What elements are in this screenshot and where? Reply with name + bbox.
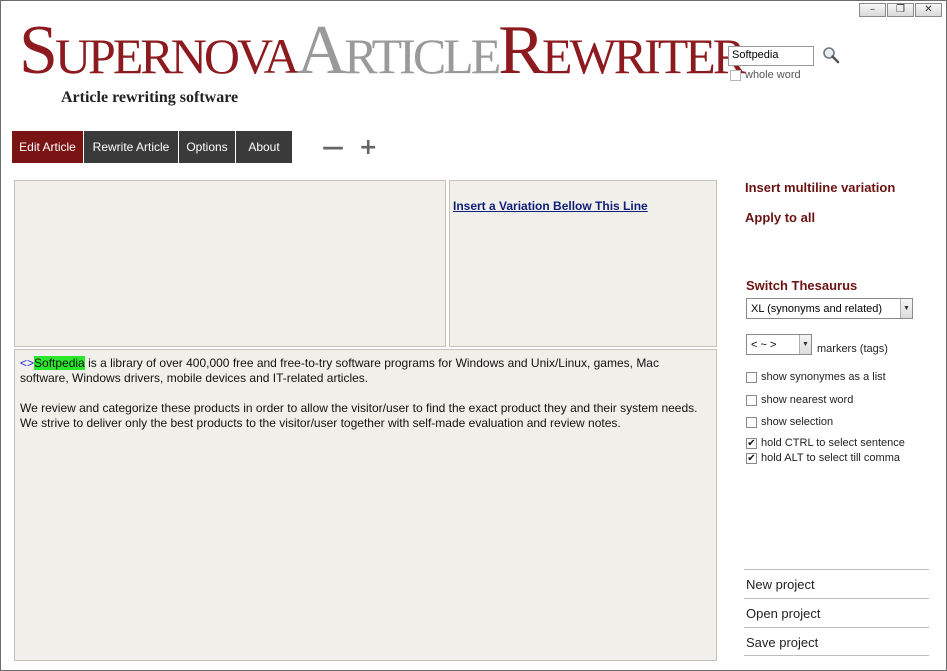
option-checkbox[interactable] <box>746 394 757 406</box>
minimize-button[interactable]: – <box>859 3 886 17</box>
markers-select-value: < ~ > <box>751 338 777 351</box>
option-hold-alt[interactable]: ✔ hold ALT to select till comma <box>746 452 900 464</box>
switch-thesaurus-heading: Switch Thesaurus <box>746 278 858 293</box>
app-logo: SUPERNOVAARTICLEREWRITER Article rewriti… <box>19 16 746 107</box>
logo-letter-r: R <box>498 12 545 89</box>
tab-about[interactable]: About <box>236 131 292 163</box>
whole-word-label: whole word <box>745 69 801 81</box>
option-hold-ctrl[interactable]: ✔ hold CTRL to select sentence <box>746 437 905 449</box>
zoom-out-button[interactable]: — <box>322 137 344 159</box>
article-paragraph-1: <>Softpedia is a library of over 400,000… <box>20 356 710 386</box>
variation-marker: <> <box>20 356 35 370</box>
option-show-nearest-word[interactable]: show nearest word <box>746 394 853 406</box>
thesaurus-select-value: XL (synonyms and related) <box>751 302 883 315</box>
zoom-in-button[interactable]: + <box>359 137 377 159</box>
option-checkbox[interactable] <box>746 371 757 383</box>
tab-edit-article[interactable]: Edit Article <box>12 131 84 163</box>
chevron-down-icon[interactable]: ▼ <box>799 335 811 354</box>
logo-word-rticle: RTICLE <box>344 28 501 84</box>
close-button[interactable]: ✕ <box>915 3 942 17</box>
option-label: show synonymes as a list <box>761 371 886 383</box>
main-nav: Edit Article Rewrite Article Options Abo… <box>12 131 292 163</box>
new-project-button[interactable]: New project <box>744 569 929 598</box>
markers-select[interactable]: < ~ > ▼ <box>746 334 812 355</box>
option-label: hold ALT to select till comma <box>761 452 900 464</box>
tab-rewrite-article[interactable]: Rewrite Article <box>84 131 179 163</box>
search-highlight: Softpedia <box>34 356 85 370</box>
tab-options[interactable]: Options <box>179 131 236 163</box>
app-window: – ❐ ✕ SUPERNOVAARTICLEREWRITER Article r… <box>0 0 947 671</box>
article-paragraph-2: We review and categorize these products … <box>20 401 698 430</box>
option-checkbox[interactable]: ✔ <box>746 452 757 464</box>
insert-multiline-variation-link[interactable]: Insert multiline variation <box>745 180 895 195</box>
markers-label: markers (tags) <box>817 343 888 355</box>
article-text[interactable]: <>Softpedia is a library of over 400,000… <box>20 356 710 446</box>
option-checkbox[interactable] <box>746 416 757 428</box>
save-project-button[interactable]: Save project <box>744 627 929 656</box>
logo-word-upernova: UPERNOVA <box>54 28 300 84</box>
insert-variation-link[interactable]: Insert a Variation Bellow This Line <box>453 199 648 213</box>
search-icon[interactable] <box>822 46 840 64</box>
logo-title: SUPERNOVAARTICLEREWRITER <box>19 16 746 89</box>
restore-button[interactable]: ❐ <box>887 3 914 17</box>
logo-letter-s: S <box>19 12 58 89</box>
whole-word-checkbox[interactable] <box>730 69 741 81</box>
logo-letter-a: A <box>296 12 348 89</box>
option-checkbox[interactable]: ✔ <box>746 437 757 449</box>
option-label: show selection <box>761 416 834 428</box>
window-controls: – ❐ ✕ <box>859 3 942 17</box>
paragraph-1-text: is a library of over 400,000 free and fr… <box>20 356 659 385</box>
original-text-pane[interactable] <box>14 180 446 347</box>
thesaurus-select[interactable]: XL (synonyms and related) ▼ <box>746 298 913 319</box>
option-show-selection[interactable]: show selection <box>746 416 833 428</box>
whole-word-option[interactable]: whole word <box>730 69 801 81</box>
logo-subtitle: Article rewriting software <box>61 89 239 106</box>
search-input[interactable]: Softpedia <box>728 46 814 66</box>
open-project-button[interactable]: Open project <box>744 598 929 627</box>
option-label: show nearest word <box>761 394 854 406</box>
logo-word-ewriter: EWRITER <box>541 28 746 84</box>
option-label: hold CTRL to select sentence <box>761 437 905 449</box>
chevron-down-icon[interactable]: ▼ <box>900 299 912 318</box>
option-show-synonymes-list[interactable]: show synonymes as a list <box>746 371 886 383</box>
apply-to-all-link[interactable]: Apply to all <box>745 210 815 225</box>
